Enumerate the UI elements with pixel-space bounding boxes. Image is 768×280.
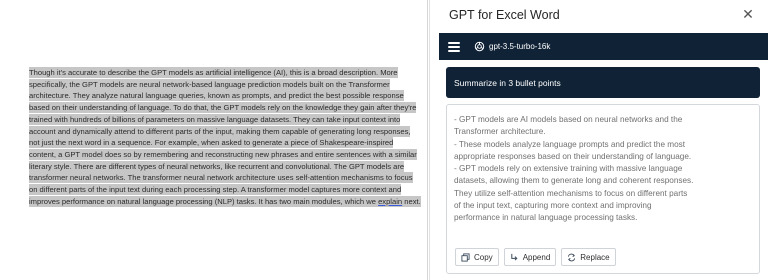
hamburger-menu-icon[interactable] [448, 41, 460, 52]
result-line: They utilize self-attention mechanisms t… [454, 188, 688, 198]
result-line: Transformer architecture. [454, 127, 546, 137]
result-line: performance in natural language processi… [454, 213, 638, 223]
result-line: datasets, allowing them to generate long… [454, 176, 694, 186]
result-line: - These models analyze language prompts … [454, 139, 686, 149]
copy-label: Copy [474, 252, 493, 262]
result-actions: Copy Append Replace [455, 248, 616, 266]
result-line: appropriate responses based on their und… [454, 151, 692, 161]
prompt-box[interactable]: Summarize in 3 bullet points [446, 67, 760, 98]
result-text[interactable]: - GPT models are AI models based on neur… [454, 114, 754, 225]
append-button[interactable]: Append [503, 248, 557, 266]
document-paragraph[interactable]: Though it's accurate to describe the GPT… [29, 67, 421, 207]
result-card: - GPT models are AI models based on neur… [446, 104, 760, 274]
model-selector[interactable]: gpt-3.5-turbo-16k [474, 41, 550, 52]
selected-text-part: Though it's accurate to describe the GPT… [29, 68, 417, 206]
replace-button[interactable]: Replace [561, 248, 616, 266]
replace-icon [568, 253, 576, 261]
copy-icon [461, 252, 470, 262]
close-icon[interactable]: ✕ [740, 6, 756, 22]
pane-title: GPT for Excel Word [449, 8, 560, 22]
result-line: - GPT models rely on extensive training … [454, 164, 683, 174]
pane-toolbar: gpt-3.5-turbo-16k [439, 33, 768, 60]
selected-text[interactable]: Though it's accurate to describe the GPT… [29, 67, 421, 207]
selected-text-end: next. [402, 196, 421, 206]
append-label: Append [522, 252, 551, 262]
openai-logo-icon [474, 41, 485, 52]
result-line: of the input text, capturing more contex… [454, 201, 652, 211]
replace-label: Replace [580, 252, 610, 262]
prompt-text: Summarize in 3 bullet points [454, 77, 561, 88]
result-line: - GPT models are AI models based on neur… [454, 115, 683, 124]
append-icon [510, 253, 518, 261]
pane-header: GPT for Excel Word ✕ [430, 0, 768, 30]
spellcheck-marked-word[interactable]: explain [378, 197, 402, 206]
model-label: gpt-3.5-turbo-16k [489, 42, 551, 51]
copy-button[interactable]: Copy [455, 248, 499, 266]
document-canvas[interactable]: Though it's accurate to describe the GPT… [0, 0, 428, 280]
